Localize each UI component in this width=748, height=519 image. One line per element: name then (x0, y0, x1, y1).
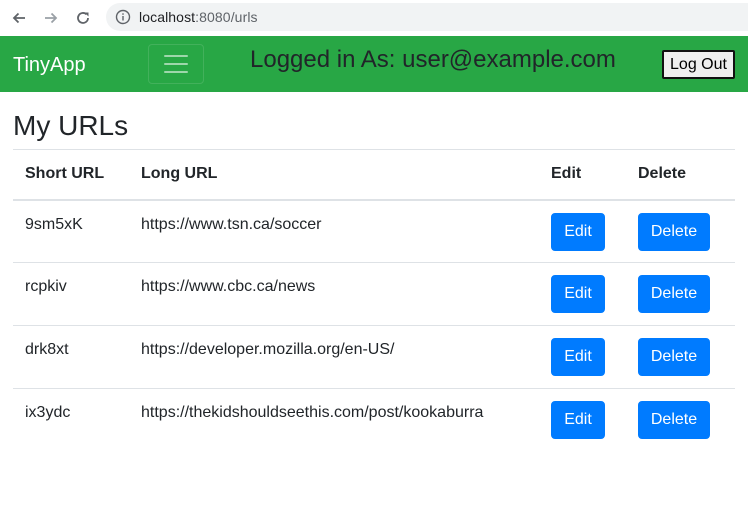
header-edit: Edit (539, 149, 626, 201)
short-url-cell: 9sm5xK (25, 215, 83, 233)
delete-cell: Delete (626, 388, 735, 452)
delete-cell: Delete (626, 325, 735, 389)
long-url-cell: https://www.tsn.ca/soccer (141, 215, 322, 233)
table-row: 9sm5xK https://www.tsn.ca/soccer Edit De… (13, 200, 735, 263)
reload-icon (77, 12, 89, 24)
table-header-row: Short URL Long URL Edit Delete (13, 149, 735, 201)
url-path: :8080/urls (195, 9, 258, 25)
edit-cell: Edit (539, 262, 626, 326)
edit-cell: Edit (539, 200, 626, 263)
logout-button[interactable]: Log Out (662, 50, 735, 79)
urls-table: Short URL Long URL Edit Delete 9sm5xK ht… (13, 149, 735, 452)
delete-cell: Delete (626, 262, 735, 326)
logged-in-status: Logged in As: user@example.com (250, 46, 616, 73)
table-row: rcpkiv https://www.cbc.ca/news Edit Dele… (13, 262, 735, 326)
navbar-toggler-button[interactable] (148, 44, 204, 84)
brand-link[interactable]: TinyApp (13, 53, 86, 77)
delete-cell: Delete (626, 200, 735, 263)
short-url-cell: rcpkiv (13, 262, 129, 326)
arrow-right-icon (45, 12, 58, 24)
edit-button[interactable]: Edit (551, 338, 605, 376)
table-row: ix3ydc https://thekidshouldseethis.com/p… (13, 388, 735, 452)
address-bar[interactable]: localhost:8080/urls (106, 3, 748, 31)
arrow-left-icon (12, 12, 25, 24)
delete-button[interactable]: Delete (638, 401, 710, 439)
short-url-cell: ix3ydc (13, 388, 129, 452)
reload-button[interactable] (70, 5, 96, 31)
forward-button[interactable] (38, 5, 64, 31)
delete-button[interactable]: Delete (638, 275, 710, 313)
edit-button[interactable]: Edit (551, 401, 605, 439)
hamburger-menu-icon (164, 55, 188, 73)
long-url-cell: https://developer.mozilla.org/en-US/ (129, 325, 539, 389)
page-title: My URLs (13, 110, 129, 141)
header-delete: Delete (626, 149, 735, 201)
edit-button[interactable]: Edit (551, 212, 605, 251)
edit-cell: Edit (539, 325, 626, 389)
short-url-cell: drk8xt (13, 325, 129, 389)
table-header: Short URL Long URL Edit Delete (13, 149, 735, 201)
browser-toolbar: localhost:8080/urls (0, 0, 748, 36)
delete-button[interactable]: Delete (638, 212, 710, 251)
table-body: 9sm5xK https://www.tsn.ca/soccer Edit De… (13, 200, 735, 452)
address-url: localhost:8080/urls (139, 9, 258, 25)
header-long-url: Long URL (129, 149, 539, 201)
header-short-url: Short URL (13, 149, 129, 201)
long-url-cell: https://thekidshouldseethis.com/post/koo… (129, 388, 539, 452)
long-url-cell: https://www.cbc.ca/news (129, 262, 539, 326)
info-icon[interactable] (115, 9, 131, 25)
table-row: drk8xt https://developer.mozilla.org/en-… (13, 325, 735, 389)
url-host: localhost (139, 9, 196, 25)
app-navbar: TinyApp Logged in As: user@example.com L… (0, 36, 748, 92)
edit-cell: Edit (539, 388, 626, 452)
delete-button[interactable]: Delete (638, 338, 710, 376)
edit-button[interactable]: Edit (551, 275, 605, 313)
back-button[interactable] (6, 5, 32, 31)
